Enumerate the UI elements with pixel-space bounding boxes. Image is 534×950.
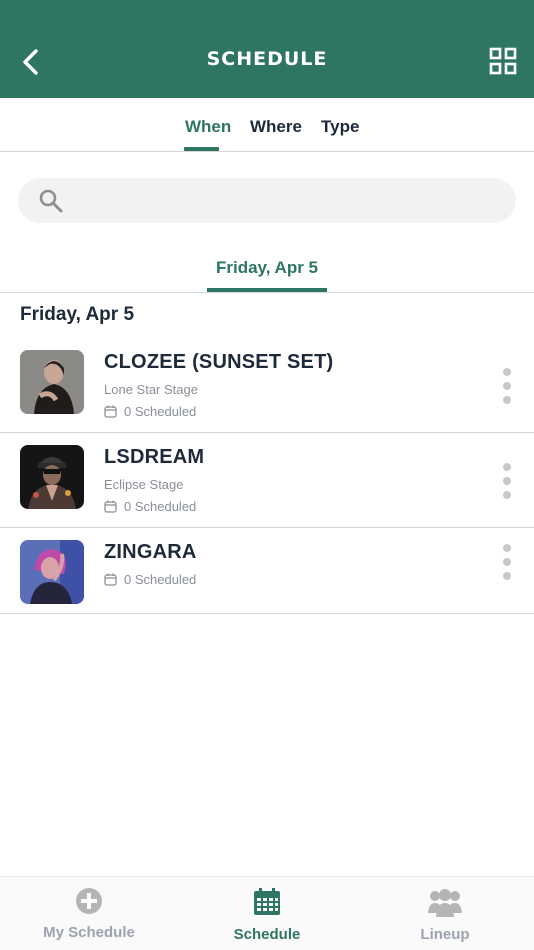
date-tab-friday[interactable]: Friday, Apr 5 [207, 258, 327, 278]
date-tabs: Friday, Apr 5 [0, 240, 534, 293]
tab-when[interactable]: When [185, 117, 231, 137]
nav-label: My Schedule [43, 924, 135, 941]
dot [503, 382, 511, 390]
section-heading: Friday, Apr 5 [20, 304, 135, 325]
artist-name: LSDREAM [104, 446, 205, 468]
tab-type[interactable]: Type [321, 117, 359, 137]
search-bar[interactable] [18, 178, 516, 223]
scheduled-label: 0 Scheduled [124, 404, 197, 419]
more-options-button[interactable] [500, 544, 514, 580]
search-input[interactable] [76, 178, 516, 223]
bottom-navigation: My Schedule Schedule Lineup [0, 876, 534, 950]
calendar-icon [104, 500, 117, 513]
filter-tabs: When Where Type [0, 98, 534, 152]
stage-name: Lone Star Stage [104, 382, 198, 397]
dot [503, 477, 511, 485]
scheduled-count: 0 Scheduled [104, 404, 196, 419]
stage-name: Eclipse Stage [104, 477, 184, 492]
calendar-icon [104, 405, 117, 418]
scheduled-label: 0 Scheduled [124, 572, 197, 587]
artist-name: CLOZEE (SUNSET SET) [104, 351, 334, 373]
more-options-button[interactable] [500, 368, 514, 404]
dot [503, 558, 511, 566]
artist-list: CLOZEE (SUNSET SET) Lone Star Stage 0 Sc… [0, 338, 534, 614]
artist-name: ZINGARA [104, 541, 197, 563]
artist-photo [20, 350, 84, 414]
scheduled-label: 0 Scheduled [124, 499, 197, 514]
plus-circle-icon [76, 888, 102, 914]
dot [503, 463, 511, 471]
page-title: SCHEDULE [206, 48, 328, 70]
active-date-indicator [207, 288, 327, 292]
dot [503, 368, 511, 376]
grid-icon [489, 47, 517, 75]
grid-view-button[interactable] [488, 46, 518, 76]
more-options-button[interactable] [500, 463, 514, 499]
nav-lineup[interactable]: Lineup [385, 887, 505, 943]
tab-where[interactable]: Where [250, 117, 302, 137]
artist-photo [20, 445, 84, 509]
search-icon [39, 189, 63, 212]
calendar-icon [104, 573, 117, 586]
nav-my-schedule[interactable]: My Schedule [29, 887, 149, 941]
calendar-icon [254, 888, 280, 915]
list-item[interactable]: CLOZEE (SUNSET SET) Lone Star Stage 0 Sc… [0, 338, 534, 433]
dot [503, 396, 511, 404]
users-icon [428, 889, 462, 917]
dot [503, 544, 511, 552]
nav-schedule[interactable]: Schedule [207, 887, 327, 943]
app-header: SCHEDULE [0, 0, 534, 98]
list-item[interactable]: ZINGARA 0 Scheduled [0, 528, 534, 614]
nav-label: Lineup [420, 926, 470, 943]
dot [503, 491, 511, 499]
artist-photo [20, 540, 84, 604]
list-item[interactable]: LSDREAM Eclipse Stage 0 Scheduled [0, 433, 534, 528]
active-tab-indicator [184, 147, 219, 151]
nav-label: Schedule [233, 926, 301, 943]
scheduled-count: 0 Scheduled [104, 499, 196, 514]
dot [503, 572, 511, 580]
scheduled-count: 0 Scheduled [104, 572, 196, 587]
